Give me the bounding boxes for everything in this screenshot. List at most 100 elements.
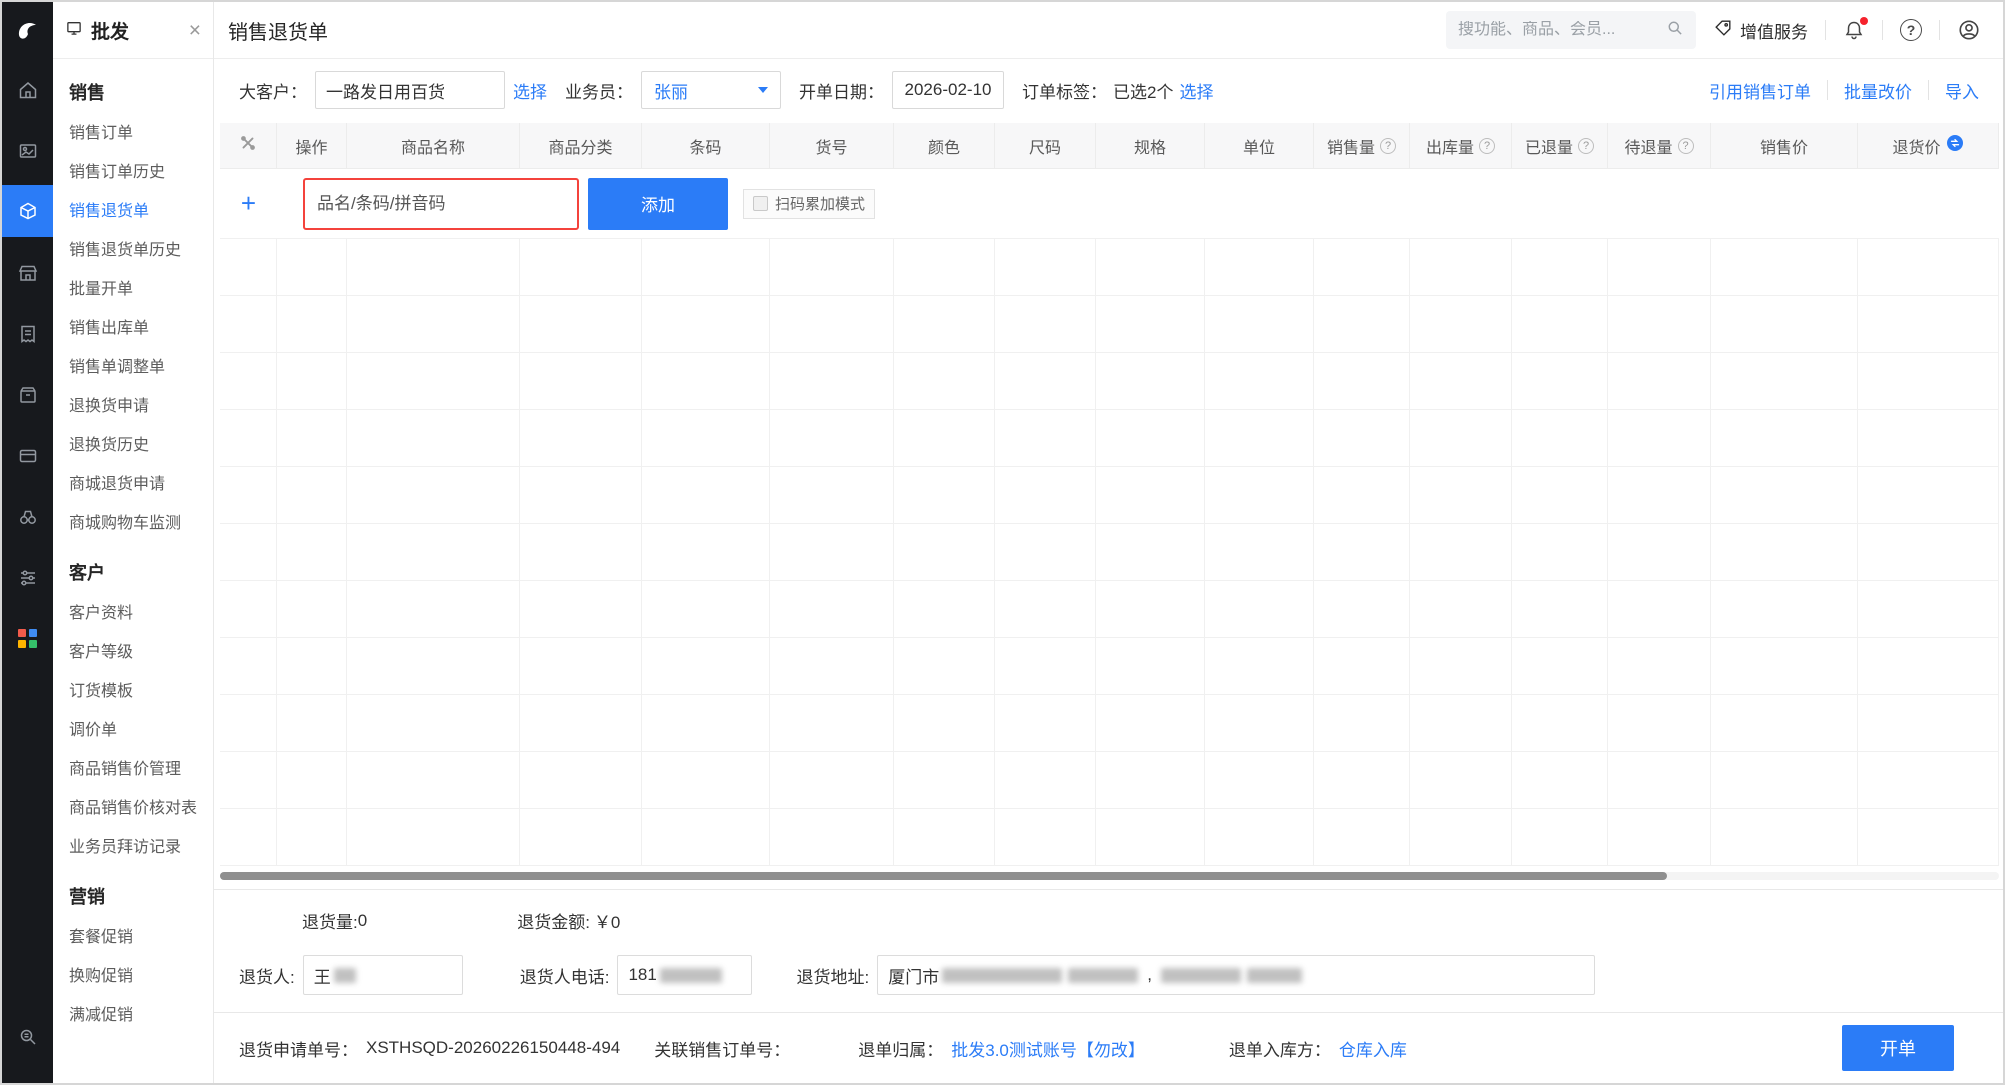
sidebar-item-return-exchange-history[interactable]: 退换货历史	[53, 426, 213, 465]
form-right-links: 引用销售订单 批量改价 导入	[1709, 78, 1979, 103]
date-input[interactable]	[892, 71, 1004, 109]
import-link[interactable]: 导入	[1945, 78, 1979, 103]
divider	[1825, 20, 1826, 40]
home-icon[interactable]	[2, 59, 53, 120]
returner-phone-label: 退货人电话:	[519, 967, 610, 987]
sales-icon[interactable]	[2, 185, 53, 237]
sidebar-item-sales-adjustment[interactable]: 销售单调整单	[53, 348, 213, 387]
col-product-category: 商品分类	[520, 123, 642, 168]
salesman-select[interactable]: 张丽	[641, 71, 781, 109]
divider	[1928, 80, 1929, 100]
order-belong-value[interactable]: 批发3.0测试账号【勿改】	[951, 1036, 1145, 1061]
scan-mode-checkbox[interactable]	[753, 196, 768, 211]
sidebar-item-sales-return-history[interactable]: 销售退货单历史	[53, 231, 213, 270]
sidebar-item-price-adjust[interactable]: 调价单	[53, 711, 213, 750]
tools-icon[interactable]	[238, 133, 258, 158]
order-belong-label: 退单归属：	[858, 1040, 944, 1060]
help-icon[interactable]	[1479, 137, 1495, 154]
value-added-service[interactable]: 增值服务	[1713, 18, 1808, 43]
tag-label: 订单标签：	[1022, 82, 1107, 102]
sidebar-item-customer-level[interactable]: 客户等级	[53, 633, 213, 672]
warehouse-method-value[interactable]: 仓库入库	[1339, 1036, 1407, 1061]
sidebar-item-sales-return[interactable]: 销售退货单	[53, 192, 213, 231]
binoculars-icon[interactable]	[2, 486, 53, 547]
global-search	[1446, 11, 1696, 49]
tag-select-link[interactable]: 选择	[1179, 78, 1213, 103]
sidebar-item-exchange-promo[interactable]: 换购促销	[53, 957, 213, 996]
sidebar-item-customer-info[interactable]: 客户资料	[53, 594, 213, 633]
close-icon[interactable]	[189, 20, 201, 41]
search-icon[interactable]	[1666, 19, 1684, 42]
sliders-icon[interactable]	[2, 547, 53, 608]
summary-contact-row: 退货人: 王 退货人电话: 181 退货地址: 厦门市 ,	[239, 955, 1979, 995]
help-icon[interactable]	[1677, 137, 1694, 154]
search-list-icon[interactable]	[2, 1006, 53, 1067]
main-area: 销售退货单 增值服务	[214, 2, 2003, 1083]
column-settings-cell	[220, 123, 277, 168]
sidebar-item-sale-price-manage[interactable]: 商品销售价管理	[53, 750, 213, 789]
col-pending-qty: 待退量	[1608, 123, 1711, 168]
divider	[1882, 20, 1883, 40]
sidebar-item-combo-promo[interactable]: 套餐促销	[53, 918, 213, 957]
sidebar-header: 批发	[53, 2, 213, 59]
store-icon[interactable]	[2, 242, 53, 303]
col-outbound-qty: 出库量	[1410, 123, 1512, 168]
customer-input[interactable]	[315, 71, 505, 109]
return-address-input[interactable]: 厦门市 ,	[877, 955, 1596, 995]
returner-input[interactable]: 王	[302, 955, 463, 995]
app-window: 批发 销售 销售订单 销售订单历史 销售退货单 销售退货单历史 批量开单 销售出…	[0, 0, 2005, 1085]
price-toggle-icon[interactable]	[1946, 134, 1964, 157]
batch-price-link[interactable]: 批量改价	[1844, 78, 1912, 103]
scan-accumulate-toggle[interactable]: 扫码累加模式	[743, 188, 876, 219]
customer-select-link[interactable]: 选择	[513, 78, 547, 103]
col-product-name: 商品名称	[347, 123, 520, 168]
help-icon[interactable]	[1380, 137, 1396, 154]
section-title-sales: 销售	[69, 83, 105, 103]
sidebar-item-sales-outbound[interactable]: 销售出库单	[53, 309, 213, 348]
app-logo[interactable]	[2, 2, 53, 59]
divider	[1827, 80, 1828, 100]
redacted-text	[1246, 967, 1302, 983]
quote-sales-order-link[interactable]: 引用销售订单	[1709, 78, 1811, 103]
scrollbar-thumb[interactable]	[220, 872, 1667, 880]
sidebar-item-salesman-visit[interactable]: 业务员拜访记录	[53, 828, 213, 867]
warehouse-method-label: 退单入库方：	[1228, 1040, 1331, 1060]
add-button[interactable]: 添加	[588, 177, 728, 230]
col-size: 尺码	[995, 123, 1096, 168]
redacted-text	[1068, 967, 1139, 983]
sidebar-item-batch-billing[interactable]: 批量开单	[53, 270, 213, 309]
sidebar-item-mall-return-apply[interactable]: 商城退货申请	[53, 465, 213, 504]
returner-phone-input[interactable]: 181	[617, 955, 753, 995]
redacted-text	[333, 967, 356, 983]
empty-grid	[220, 239, 1999, 866]
related-order-label: 关联销售订单号：	[654, 1040, 791, 1060]
product-search-input[interactable]	[303, 177, 579, 230]
account-avatar[interactable]	[1957, 18, 1981, 42]
sidebar-item-sales-order-history[interactable]: 销售订单历史	[53, 153, 213, 192]
apply-no-label: 退货申请单号：	[239, 1040, 358, 1060]
create-order-button[interactable]: 开单	[1842, 1025, 1954, 1071]
package-icon[interactable]	[2, 364, 53, 425]
help-icon[interactable]	[1900, 19, 1922, 41]
receipt-icon[interactable]	[2, 303, 53, 364]
apps-icon[interactable]	[2, 608, 53, 669]
sidebar-item-sales-order[interactable]: 销售订单	[53, 114, 213, 153]
summary-totals-row: 退货量: 0 退货金额: ￥0	[302, 908, 1979, 933]
sidebar-item-mall-cart-monitor[interactable]: 商城购物车监测	[53, 504, 213, 543]
global-search-input[interactable]	[1458, 21, 1666, 39]
notification-bell[interactable]	[1843, 17, 1868, 41]
sidebar-item-order-template[interactable]: 订货模板	[53, 672, 213, 711]
help-icon[interactable]	[1578, 137, 1594, 154]
sidebar-item-discount-promo[interactable]: 满减促销	[53, 996, 213, 1035]
gallery-icon[interactable]	[2, 120, 53, 181]
card-icon[interactable]	[2, 425, 53, 486]
page-title: 销售退货单	[228, 21, 328, 44]
value-added-label: 增值服务	[1740, 22, 1808, 42]
sidebar-title: 批发	[91, 21, 130, 43]
add-row-plus-icon[interactable]	[220, 188, 277, 219]
sidebar-item-return-exchange-apply[interactable]: 退换货申请	[53, 387, 213, 426]
sidebar-item-sale-price-check[interactable]: 商品销售价核对表	[53, 789, 213, 828]
redacted-text	[1160, 967, 1241, 983]
return-amount-label: 退货金额:	[517, 913, 590, 932]
value-added-icon	[1713, 18, 1733, 43]
